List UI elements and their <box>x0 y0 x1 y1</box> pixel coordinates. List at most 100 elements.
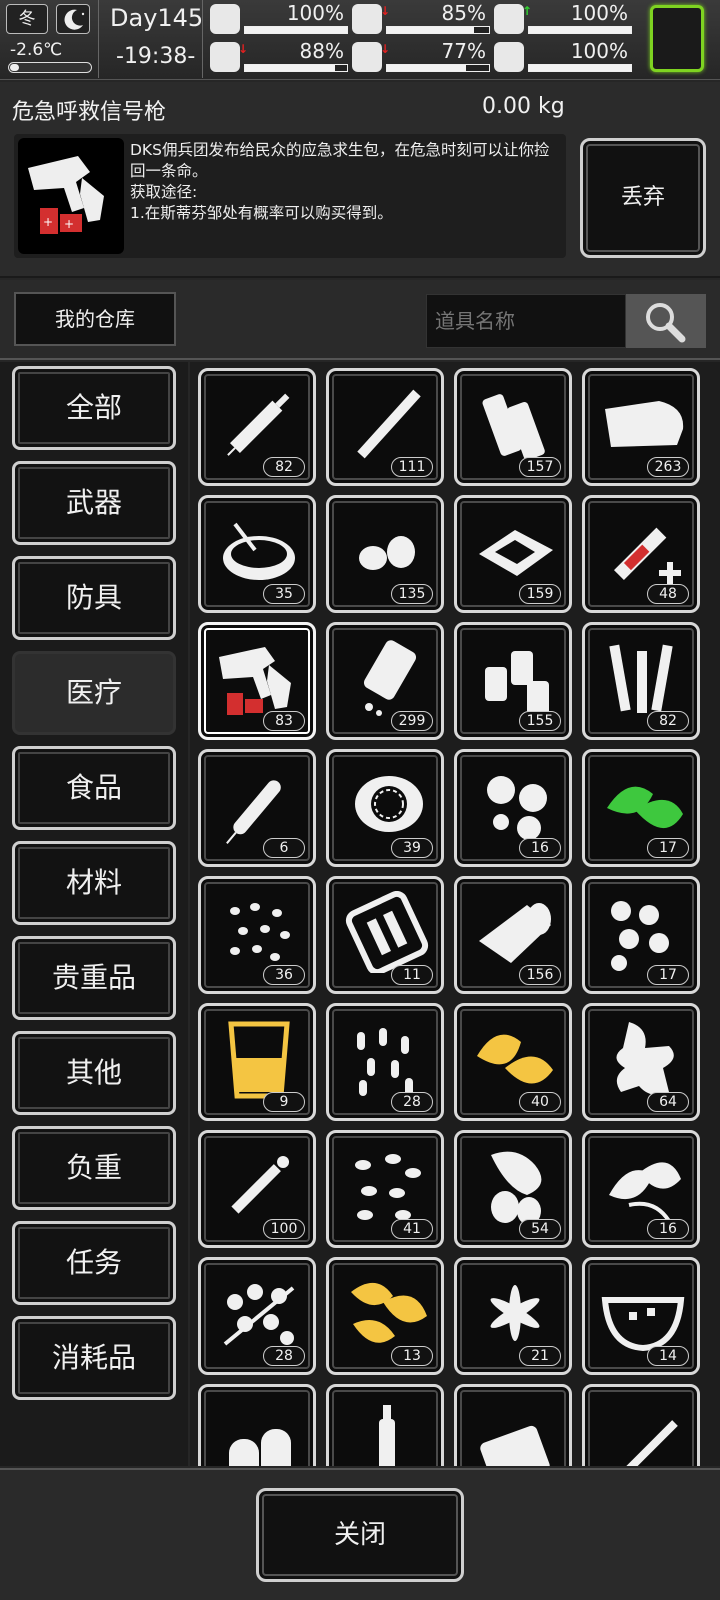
inventory-slot[interactable]: 54 <box>454 1130 572 1248</box>
item-count-badge: 13 <box>391 1346 433 1366</box>
category-tab[interactable]: 食品 <box>12 746 176 830</box>
inventory-slot[interactable]: 263 <box>582 368 700 486</box>
item-description-box: + + DKS佣兵团发布给民众的应急求生包，在危急时刻可以让你捡回一条命。 获取途… <box>14 134 566 258</box>
inventory-slot[interactable] <box>454 1384 572 1466</box>
stat-bar-fill <box>387 27 474 33</box>
category-tab[interactable]: 全部 <box>12 366 176 450</box>
item-count-badge: 28 <box>263 1346 305 1366</box>
item-count-badge: 54 <box>519 1219 561 1239</box>
inventory-slot[interactable]: 159 <box>454 495 572 613</box>
capsules-icon <box>357 1028 413 1096</box>
syringe-icon <box>227 393 290 456</box>
category-tab[interactable]: 贵重品 <box>12 936 176 1020</box>
stat-bar-fill <box>387 65 466 71</box>
search-input[interactable] <box>426 294 626 348</box>
inventory-slot[interactable]: 82 <box>582 622 700 740</box>
pill-pair-icon <box>229 1429 291 1466</box>
cup-icon <box>228 1021 290 1099</box>
inventory-slot[interactable]: 36 <box>198 876 316 994</box>
stat-bar-fill <box>529 27 631 33</box>
stat-bar-fill <box>245 27 347 33</box>
inventory-slot[interactable]: 6 <box>198 749 316 867</box>
inventory-slot[interactable]: 157 <box>454 368 572 486</box>
inventory-slot[interactable]: 48 <box>582 495 700 613</box>
category-tab[interactable]: 防具 <box>12 556 176 640</box>
inventory-slot[interactable]: 40 <box>454 1003 572 1121</box>
stat-value: 88% <box>299 39 344 63</box>
divider <box>98 0 99 78</box>
inventory-slot[interactable]: 299 <box>326 622 444 740</box>
inventory-slot[interactable]: 28 <box>326 1003 444 1121</box>
inventory-slot[interactable]: 83 <box>198 622 316 740</box>
inventory-slot[interactable]: 11 <box>326 876 444 994</box>
item-count-badge: 157 <box>519 457 561 477</box>
inventory-slot[interactable]: 41 <box>326 1130 444 1248</box>
inventory-slot[interactable]: 16 <box>454 749 572 867</box>
item-count-badge: 159 <box>519 584 561 604</box>
herb-tray-icon <box>479 530 553 576</box>
category-tab[interactable]: 消耗品 <box>12 1316 176 1400</box>
inventory-slot[interactable]: 35 <box>198 495 316 613</box>
item-count-badge: 83 <box>263 711 305 731</box>
inventory-slot[interactable] <box>326 1384 444 1466</box>
item-name: 危急呼救信号枪 <box>12 100 167 125</box>
discard-button[interactable]: 丢弃 <box>580 138 706 258</box>
bowl-icon <box>223 522 295 580</box>
inventory-slot[interactable]: 14 <box>582 1257 700 1375</box>
stat-water-drop: ↓ 77% <box>352 39 492 76</box>
my-storage-button[interactable]: 我的仓库 <box>14 292 176 346</box>
divider <box>202 0 203 78</box>
stat-bar <box>244 64 348 72</box>
inventory-slot[interactable]: 135 <box>326 495 444 613</box>
stat-bar-fill <box>529 65 631 71</box>
inventory-slot[interactable]: 9 <box>198 1003 316 1121</box>
item-count-badge: 299 <box>391 711 433 731</box>
item-count-badge: 111 <box>391 457 433 477</box>
tubes-icon <box>609 644 673 713</box>
thermometer-bulb <box>10 64 19 71</box>
category-tab[interactable]: 负重 <box>12 1126 176 1210</box>
star-flower-icon <box>490 1285 540 1341</box>
inventory-slot[interactable]: 39 <box>326 749 444 867</box>
item-count-badge: 100 <box>263 1219 305 1239</box>
inventory-slot[interactable]: 28 <box>198 1257 316 1375</box>
inventory-slot[interactable]: 13 <box>326 1257 444 1375</box>
category-tab[interactable]: 武器 <box>12 461 176 545</box>
inventory-slot[interactable] <box>198 1384 316 1466</box>
category-tab[interactable]: 任务 <box>12 1221 176 1305</box>
inventory-slot[interactable]: 64 <box>582 1003 700 1121</box>
inventory-slot[interactable]: 21 <box>454 1257 572 1375</box>
day-counter: Day145 <box>110 4 204 32</box>
close-button[interactable]: 关闭 <box>256 1488 464 1582</box>
flare-gun-icon <box>219 647 291 715</box>
inventory-slot[interactable]: 155 <box>454 622 572 740</box>
category-sidebar[interactable]: 全部武器防具医疗食品材料贵重品其他负重任务消耗品 <box>0 362 188 1466</box>
svg-text:+: + <box>43 215 53 229</box>
inventory-slot[interactable]: 82 <box>198 368 316 486</box>
round-seeds-icon <box>611 901 669 971</box>
inventory-slot[interactable]: 17 <box>582 749 700 867</box>
stat-stomach: ↓ 85% <box>352 1 492 38</box>
water-drop-icon <box>352 42 382 72</box>
inventory-slot[interactable] <box>582 1384 700 1466</box>
item-count-badge: 48 <box>647 584 689 604</box>
category-tab[interactable]: 其他 <box>12 1031 176 1115</box>
quick-slot[interactable] <box>650 5 704 72</box>
inventory-slot[interactable]: 16 <box>582 1130 700 1248</box>
stat-bar <box>386 26 490 34</box>
category-tab[interactable]: 材料 <box>12 841 176 925</box>
inventory-slot[interactable]: 156 <box>454 876 572 994</box>
inventory-slot[interactable]: 17 <box>582 876 700 994</box>
item-grid[interactable]: 82 111 157 263 35 135 159 48 83 299 155 82 6 39 16 17 36… <box>190 362 720 1466</box>
inventory-slot[interactable]: 111 <box>326 368 444 486</box>
gauze-roll-icon <box>479 903 551 963</box>
inventory-slot[interactable]: 100 <box>198 1130 316 1248</box>
item-count-badge: 16 <box>647 1219 689 1239</box>
moon-icon <box>56 4 90 34</box>
category-tab[interactable]: 医疗 <box>12 651 176 735</box>
trend-up-icon: ↑ <box>522 4 533 18</box>
item-count-badge: 82 <box>647 711 689 731</box>
item-count-badge: 39 <box>391 838 433 858</box>
search-button[interactable] <box>626 294 706 348</box>
status-bar: 冬 -2.6℃ Day145 -19:38- 100% ↓ 85% ↑ 100% ↓ 88%… <box>0 0 720 80</box>
